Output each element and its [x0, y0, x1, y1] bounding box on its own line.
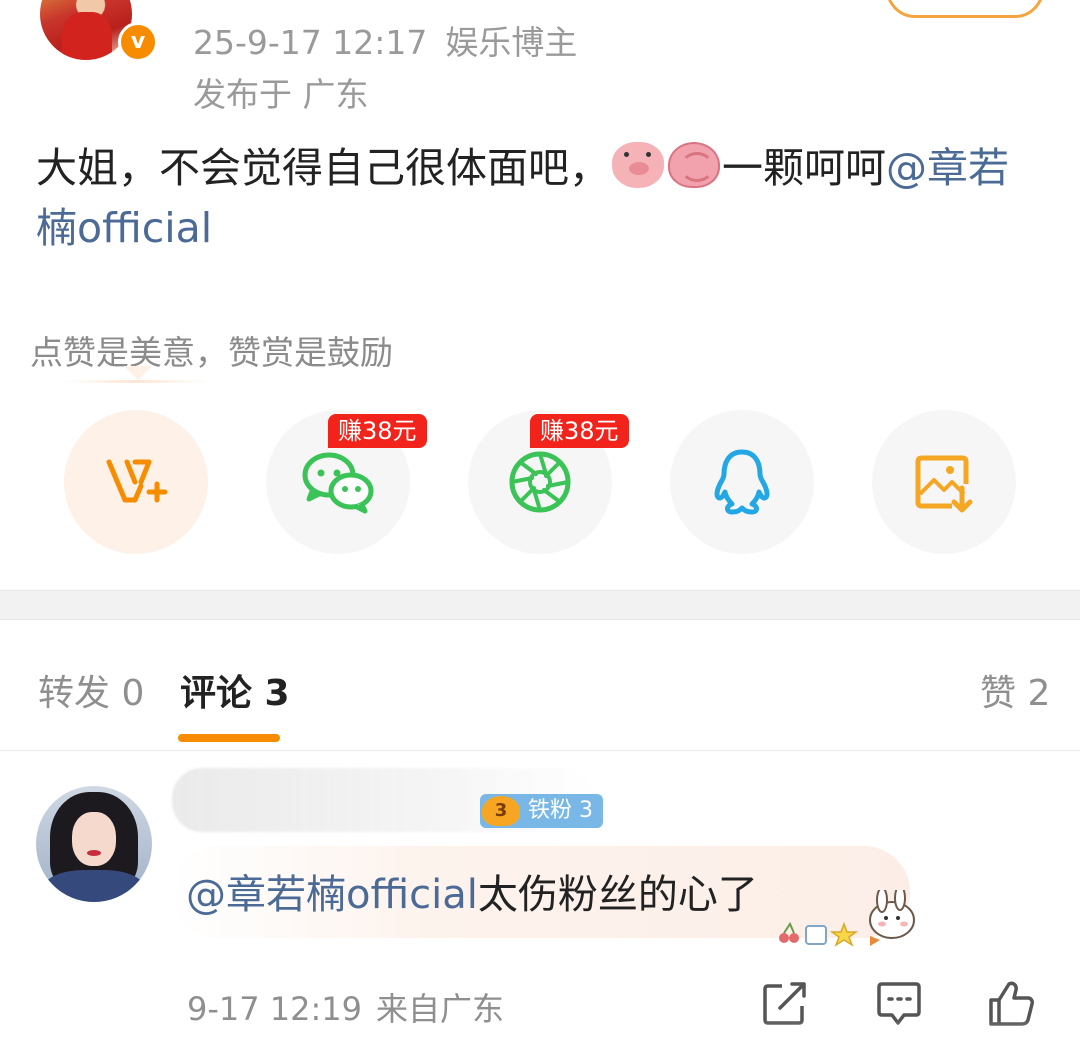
post-text-before: 大姐，不会觉得自己很体面吧， — [36, 144, 610, 192]
tabs-divider — [0, 750, 1080, 751]
avatar-face — [72, 812, 116, 866]
comment-source: 来自广东 — [376, 990, 505, 1028]
share-qq-button[interactable] — [670, 410, 814, 554]
vplus-icon — [106, 459, 168, 503]
commenter-avatar[interactable] — [36, 786, 152, 902]
tab-like[interactable]: 赞 2 — [980, 664, 1050, 716]
fan-badge-label: 铁粉 3 — [528, 798, 593, 823]
section-divider — [0, 590, 1080, 620]
earn-tag-wechat: 赚38元 — [328, 414, 427, 448]
avatar-figure — [62, 12, 112, 60]
verified-badge-icon: v — [118, 22, 158, 62]
avatar-coat — [42, 870, 146, 902]
save-image-button[interactable] — [872, 410, 1016, 554]
author-avatar[interactable] — [40, 0, 132, 60]
author-tag: 娱乐博主 — [445, 23, 578, 62]
tab-active-indicator — [178, 734, 280, 742]
earn-tag-moments: 赚38元 — [530, 414, 629, 448]
comment-mention-link[interactable]: @章若楠official — [186, 872, 478, 918]
post-meta: 25-9-17 12:17 娱乐博主 — [193, 16, 595, 64]
qq-icon — [714, 449, 770, 515]
bunny-sticker-icon — [779, 890, 915, 947]
moments-icon — [509, 451, 571, 513]
post-body: 大姐，不会觉得自己很体面吧， 一颗呵呵@章若楠official — [36, 138, 1046, 258]
tab-repost[interactable]: 转发 0 — [38, 664, 144, 716]
follow-button[interactable] — [886, 0, 1044, 18]
comment-text: 太伤粉丝的心了 — [477, 872, 758, 918]
comment-meta: 9-17 12:19 来自广东 — [187, 984, 518, 1030]
vplus-reward-button[interactable] — [64, 410, 208, 554]
fan-heart-icon: 3 — [482, 796, 520, 826]
pig-face-emoji-icon — [612, 142, 664, 188]
reward-tooltip-tail — [64, 366, 208, 383]
fan-level-badge: 3 铁粉 3 — [480, 794, 603, 828]
wechat-icon — [302, 452, 374, 514]
comment-body: @章若楠official太伤粉丝的心了 — [186, 862, 758, 920]
bottom-fade — [760, 1020, 1080, 1064]
save-image-icon — [915, 455, 973, 513]
post-text-after: 一颗呵呵 — [722, 144, 886, 192]
reward-prompt: 点赞是美意，赞赏是鼓励 — [30, 333, 393, 372]
comment-time: 9-17 12:19 — [187, 990, 363, 1028]
avatar-lips — [87, 850, 101, 856]
post-location: 发布于 广东 — [193, 75, 369, 114]
post-time: 25-9-17 12:17 — [193, 23, 428, 62]
tab-comment[interactable]: 评论 3 — [180, 664, 290, 716]
brain-emoji-icon — [668, 142, 720, 188]
